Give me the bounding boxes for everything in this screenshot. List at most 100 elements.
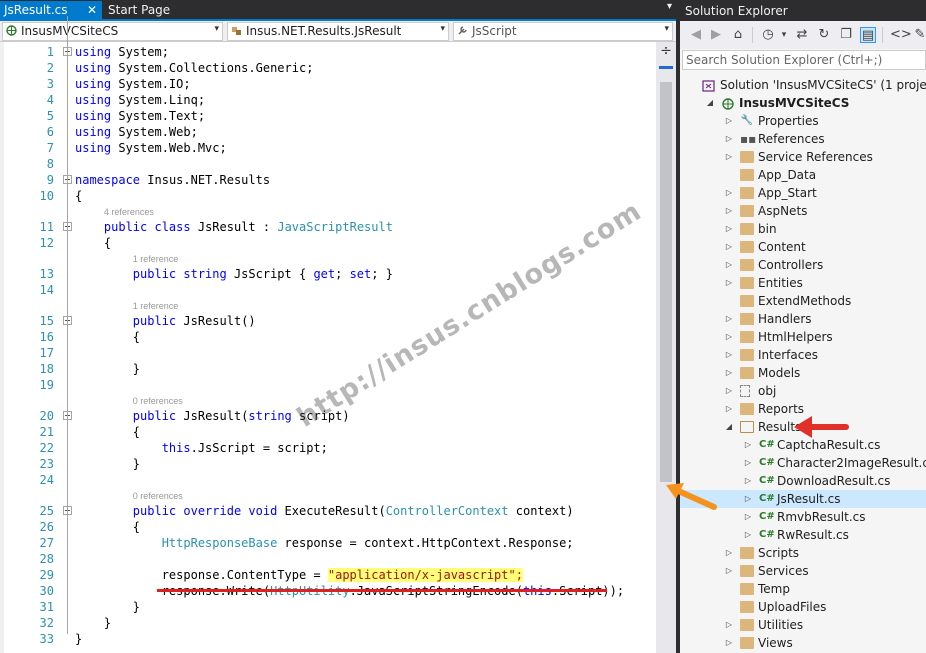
- code-line: 11 public class JsResult : JavaScriptRes…: [0, 219, 656, 235]
- code-text-area[interactable]: 1 using System; 2 using System.Collections.…: [0, 16, 656, 653]
- tree-item-scripts[interactable]: ▷ Scripts: [680, 544, 926, 562]
- hidden-folder-icon: [740, 385, 750, 397]
- tab-list-dropdown-icon[interactable]: ▾: [667, 1, 672, 12]
- tab-start-page[interactable]: Start Page: [104, 1, 174, 21]
- tree-item-character2imageresult-cs[interactable]: ▷ C# Character2ImageResult.cs: [680, 454, 926, 472]
- tree-item-solution-insusmvcsitecs-1-project[interactable]: Solution 'InsusMVCSiteCS' (1 project): [680, 76, 926, 94]
- refresh-icon[interactable]: ↻: [816, 27, 832, 43]
- line-number: 11: [39, 220, 54, 234]
- codelens-references[interactable]: 0 references: [133, 490, 183, 502]
- code-text: {: [75, 188, 82, 204]
- collapsed-arrow-icon[interactable]: ▷: [724, 184, 734, 202]
- collapsed-arrow-icon[interactable]: ▷: [724, 562, 734, 580]
- collapsed-arrow-icon[interactable]: ▷: [724, 616, 734, 634]
- collapsed-arrow-icon[interactable]: ▷: [724, 148, 734, 166]
- tree-item-views[interactable]: ▷ Views: [680, 634, 926, 652]
- collapsed-arrow-icon[interactable]: ▷: [724, 220, 734, 238]
- keyword-token: namespace: [75, 173, 141, 187]
- tree-item-controllers[interactable]: ▷ Controllers: [680, 256, 926, 274]
- line-number: 16: [39, 330, 54, 344]
- collapsed-arrow-icon[interactable]: ▷: [743, 508, 753, 526]
- project-dropdown[interactable]: InsusMVCSiteCS ▾: [2, 22, 223, 41]
- tree-item-services[interactable]: ▷ Services: [680, 562, 926, 580]
- expanded-arrow-icon[interactable]: ◢: [724, 418, 734, 436]
- tab-jsresult[interactable]: JsResult.cs ✕: [0, 1, 102, 21]
- collapsed-arrow-icon[interactable]: ▷: [724, 382, 734, 400]
- tree-item-bin[interactable]: ▷ bin: [680, 220, 926, 238]
- collapsed-arrow-icon[interactable]: ▷: [724, 130, 734, 148]
- collapsed-arrow-icon[interactable]: ▷: [724, 310, 734, 328]
- tree-item-obj[interactable]: ▷ obj: [680, 382, 926, 400]
- collapsed-arrow-icon[interactable]: ▷: [743, 454, 753, 472]
- tree-item-references[interactable]: ▷ ▪▪ References: [680, 130, 926, 148]
- tree-item-aspnets[interactable]: ▷ AspNets: [680, 202, 926, 220]
- tree-item-temp[interactable]: Temp: [680, 580, 926, 598]
- back-icon[interactable]: ◀: [688, 27, 704, 43]
- collapsed-arrow-icon[interactable]: ▷: [743, 526, 753, 544]
- tree-item-entities[interactable]: ▷ Entities: [680, 274, 926, 292]
- tree-item-service-references[interactable]: ▷ Service References: [680, 148, 926, 166]
- history-icon[interactable]: ◷: [760, 27, 776, 43]
- home-icon[interactable]: ⌂: [730, 27, 746, 43]
- expanded-arrow-icon[interactable]: ◢: [705, 94, 715, 112]
- tree-item-htmlhelpers[interactable]: ▷ HtmlHelpers: [680, 328, 926, 346]
- code-text: using System.Text;: [75, 108, 205, 124]
- collapsed-arrow-icon[interactable]: ▷: [724, 112, 734, 130]
- collapsed-arrow-icon[interactable]: ▷: [724, 400, 734, 418]
- solution-search-input[interactable]: Search Solution Explorer (Ctrl+;): [682, 50, 926, 70]
- collapsed-arrow-icon[interactable]: ▷: [724, 238, 734, 256]
- code-line: 3 using System.IO;: [0, 76, 656, 92]
- tree-item-extendmethods[interactable]: ExtendMethods: [680, 292, 926, 310]
- codelens-references[interactable]: 0 references: [133, 395, 183, 407]
- tree-item-utilities[interactable]: ▷ Utilities: [680, 616, 926, 634]
- tree-item-properties[interactable]: ▷ 🔧 Properties: [680, 112, 926, 130]
- folder-icon: [740, 241, 754, 253]
- collapsed-arrow-icon[interactable]: ▷: [724, 256, 734, 274]
- show-all-files-icon[interactable]: ▤: [860, 27, 876, 43]
- tree-item-content[interactable]: ▷ Content: [680, 238, 926, 256]
- vertical-scrollbar[interactable]: ÷: [656, 42, 676, 653]
- tree-item-models[interactable]: ▷ Models: [680, 364, 926, 382]
- code-token: response = context.HttpContext.Response;: [284, 536, 574, 550]
- tree-item-handlers[interactable]: ▷ Handlers: [680, 310, 926, 328]
- close-icon[interactable]: ✕: [87, 3, 97, 17]
- chevron-down-icon[interactable]: ▾: [776, 27, 792, 43]
- solution-explorer-title: Solution Explorer: [680, 0, 926, 21]
- code-token: JsResult(): [183, 314, 256, 328]
- scrollbar-thumb[interactable]: [660, 82, 672, 482]
- code-view-icon[interactable]: <>: [890, 27, 912, 43]
- member-dropdown[interactable]: JsScript ▾: [453, 22, 673, 41]
- collapsed-arrow-icon[interactable]: ▷: [724, 634, 734, 652]
- collapsed-arrow-icon[interactable]: ▷: [743, 472, 753, 490]
- folder-icon: [740, 547, 754, 559]
- collapsed-arrow-icon[interactable]: ▷: [743, 436, 753, 454]
- tree-item-uploadfiles[interactable]: UploadFiles: [680, 598, 926, 616]
- code-line: 5 using System.Text;: [0, 108, 656, 124]
- collapsed-arrow-icon[interactable]: ▷: [724, 274, 734, 292]
- sync-icon[interactable]: ⇄: [794, 27, 810, 43]
- csharp-file-icon: C#: [759, 457, 775, 468]
- collapsed-arrow-icon[interactable]: ▷: [724, 544, 734, 562]
- collapsed-arrow-icon[interactable]: ▷: [724, 202, 734, 220]
- codelens-references[interactable]: 1 reference: [133, 253, 179, 265]
- line-number: 31: [39, 600, 54, 614]
- collapsed-arrow-icon[interactable]: ▷: [724, 328, 734, 346]
- collapsed-arrow-icon[interactable]: ▷: [724, 346, 734, 364]
- tree-item-rwresult-cs[interactable]: ▷ C# RwResult.cs: [680, 526, 926, 544]
- class-dropdown[interactable]: Insus.NET.Results.JsResult ▾: [227, 22, 449, 41]
- codelens-references[interactable]: 4 references: [104, 206, 154, 218]
- collapse-all-icon[interactable]: ❐: [838, 27, 854, 43]
- tree-item-insusmvcsitecs[interactable]: ◢ InsusMVCSiteCS: [680, 94, 926, 112]
- collapsed-arrow-icon[interactable]: ▷: [724, 364, 734, 382]
- code-token: }: [75, 362, 141, 376]
- collapsed-arrow-icon[interactable]: ▷: [743, 490, 753, 508]
- code-text: {: [75, 329, 140, 345]
- tree-item-interfaces[interactable]: ▷ Interfaces: [680, 346, 926, 364]
- tree-item-app-data[interactable]: App_Data: [680, 166, 926, 184]
- properties-icon[interactable]: ✎: [912, 27, 926, 43]
- tree-item-app-start[interactable]: ▷ App_Start: [680, 184, 926, 202]
- split-window-icon[interactable]: ÷: [659, 44, 673, 58]
- forward-icon[interactable]: ▶: [708, 27, 724, 43]
- codelens-references[interactable]: 1 reference: [133, 300, 179, 312]
- line-number: 17: [39, 346, 54, 360]
